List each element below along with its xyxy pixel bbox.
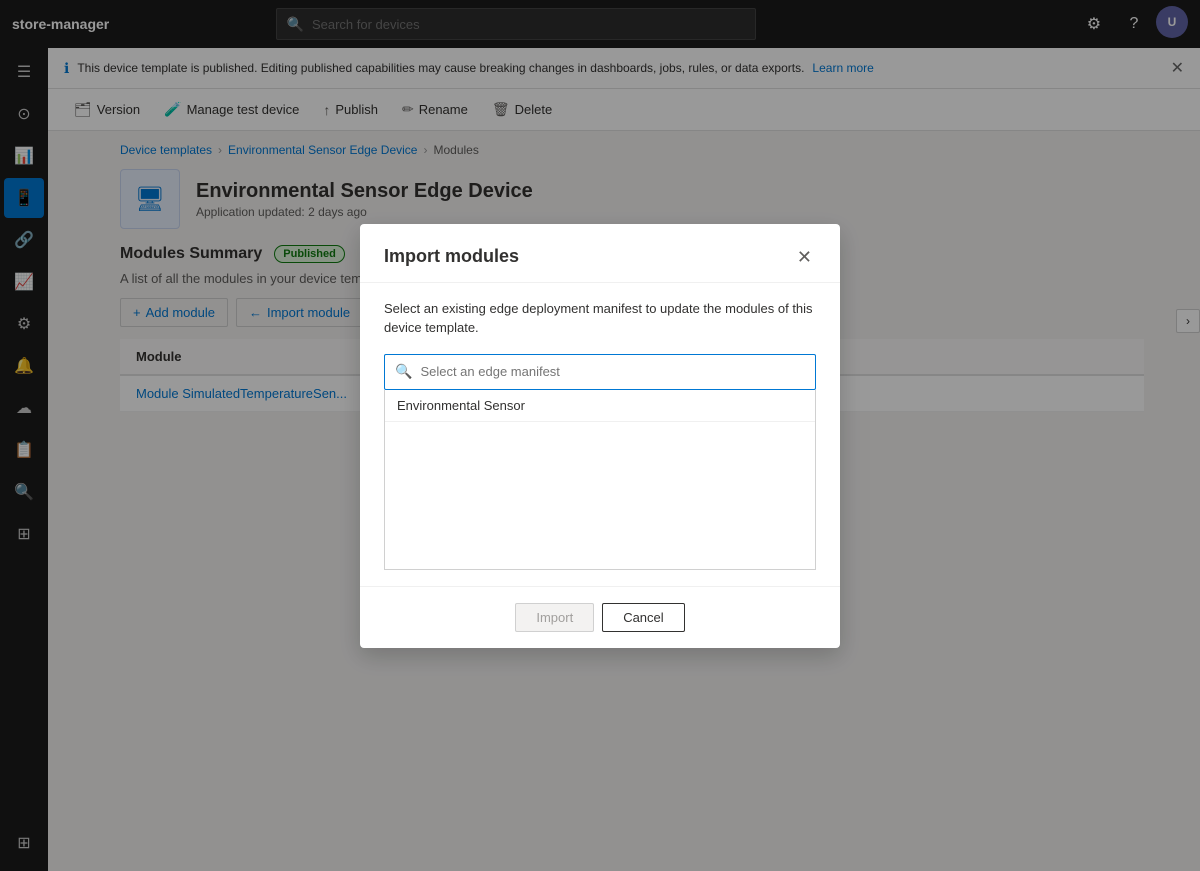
dialog-body: Select an existing edge deployment manif… bbox=[360, 283, 840, 586]
dialog-footer: Import Cancel bbox=[360, 586, 840, 648]
manifest-list: Environmental Sensor bbox=[384, 390, 816, 570]
manifest-search-input[interactable] bbox=[420, 364, 805, 379]
dialog-header: Import modules ✕ bbox=[360, 224, 840, 283]
modal-overlay: Import modules ✕ Select an existing edge… bbox=[0, 0, 1200, 871]
cancel-button[interactable]: Cancel bbox=[602, 603, 684, 632]
manifest-search-icon: 🔍 bbox=[395, 363, 412, 380]
manifest-search: 🔍 bbox=[384, 354, 816, 390]
manifest-item-name: Environmental Sensor bbox=[397, 398, 525, 413]
import-button[interactable]: Import bbox=[515, 603, 594, 632]
manifest-item[interactable]: Environmental Sensor bbox=[385, 390, 815, 422]
dialog-title: Import modules bbox=[384, 246, 519, 267]
dialog-close-button[interactable]: ✕ bbox=[793, 244, 816, 270]
import-modules-dialog: Import modules ✕ Select an existing edge… bbox=[360, 224, 840, 648]
dialog-description: Select an existing edge deployment manif… bbox=[384, 299, 816, 338]
